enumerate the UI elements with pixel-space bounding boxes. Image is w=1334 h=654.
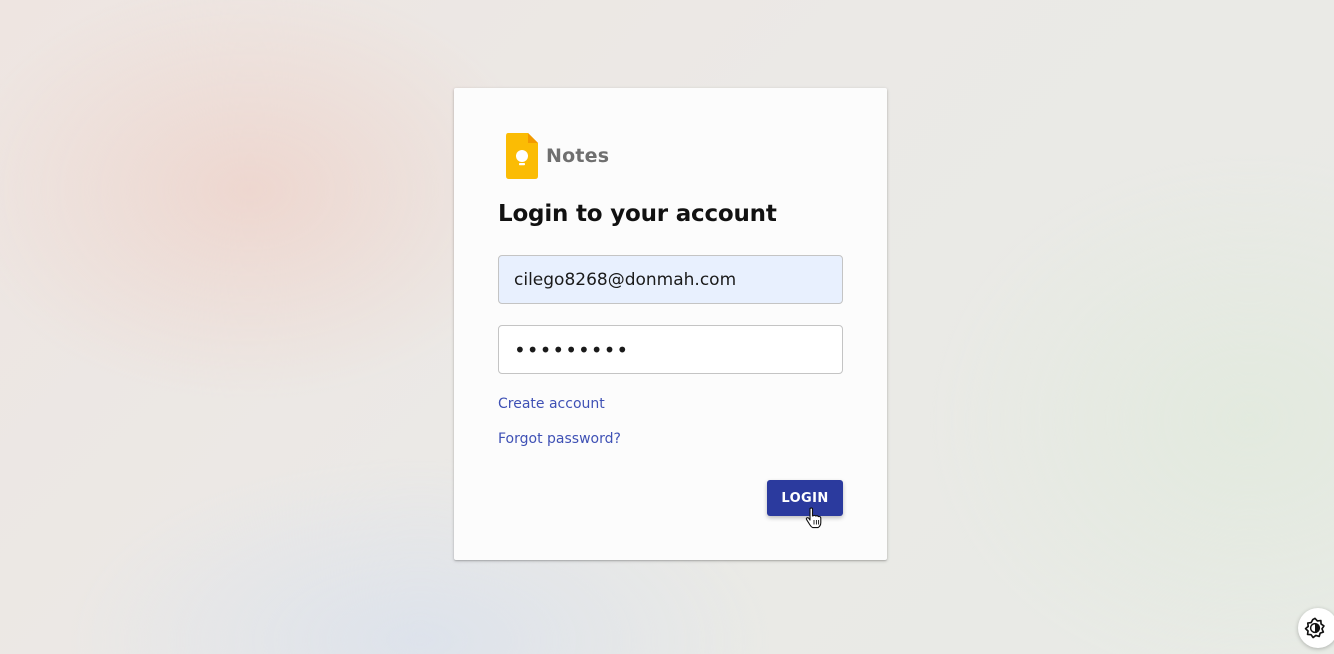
login-card: Notes Login to your account Create accou… [454, 88, 887, 560]
login-button[interactable]: LOGIN [767, 480, 843, 516]
brightness-icon [1304, 617, 1325, 639]
create-account-link[interactable]: Create account [498, 396, 605, 412]
theme-toggle-button[interactable] [1298, 608, 1334, 648]
keep-bulb-logo-icon [506, 133, 538, 179]
forgot-password-link[interactable]: Forgot password? [498, 431, 621, 447]
page-title: Login to your account [498, 201, 777, 227]
brand: Notes [506, 133, 609, 179]
password-field[interactable] [498, 325, 843, 374]
email-field[interactable] [498, 255, 843, 304]
brand-name: Notes [546, 145, 610, 167]
